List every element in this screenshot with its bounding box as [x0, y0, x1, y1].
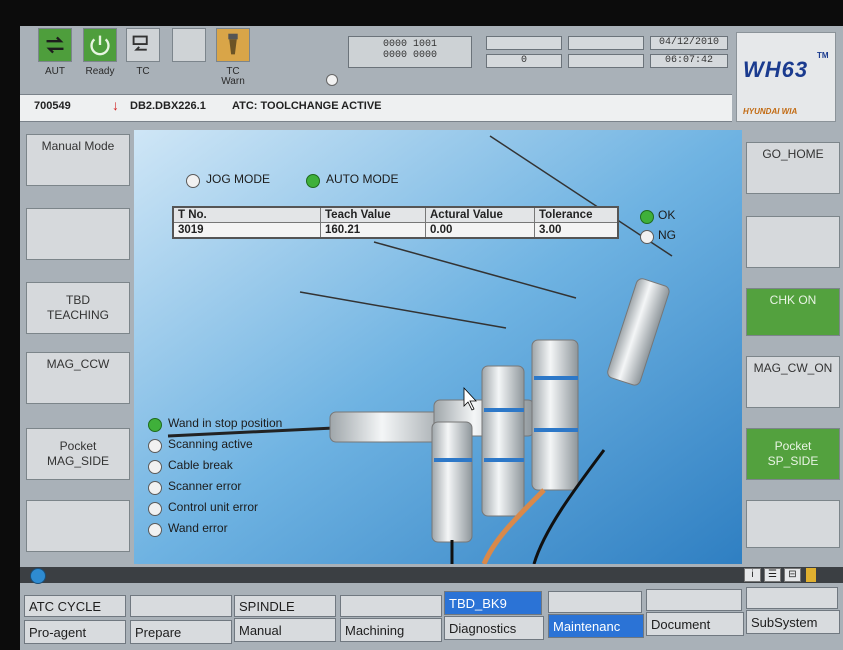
pocket-mag-side-button[interactable]: Pocket MAG_SIDE [26, 428, 130, 480]
right-button-2[interactable] [746, 216, 840, 268]
tbd-teaching-button[interactable]: TBD TEACHING [26, 282, 130, 334]
time-display: 06:07:42 [650, 54, 728, 68]
mag-ccw-button[interactable]: MAG_CCW [26, 352, 130, 404]
table-row: 3019 160.21 0.00 3.00 [172, 222, 619, 239]
counter-box-1 [486, 36, 562, 50]
jog-mode-radio[interactable] [186, 174, 200, 188]
status-dot [326, 74, 338, 86]
wand-scanner-illustration [134, 130, 742, 564]
aut-icon[interactable] [38, 28, 72, 62]
subsystem-softkey[interactable]: SubSystem [746, 610, 840, 634]
tool-warn-icon[interactable] [216, 28, 250, 62]
prepare-softkey[interactable]: Prepare [130, 620, 232, 644]
wand-error-indicator [148, 523, 162, 537]
info-icon[interactable]: i [744, 568, 761, 582]
globe-icon[interactable] [30, 568, 46, 584]
atc-cycle-softkey[interactable]: ATC CYCLE [24, 595, 126, 617]
auto-mode-radio[interactable] [306, 174, 320, 188]
diagnostics-softkey[interactable]: Diagnostics [444, 616, 544, 640]
date-display: 04/12/2010 [650, 36, 728, 50]
cable-break-indicator [148, 460, 162, 474]
spindle-softkey[interactable]: SPINDLE [234, 595, 336, 617]
alarm-line[interactable]: 700549 ↓ DB2.DBX226.1 ATC: TOOLCHANGE AC… [20, 94, 732, 122]
cell-teach-value: 160.21 [320, 222, 426, 239]
ok-indicator [640, 210, 654, 224]
manual-softkey[interactable]: Manual [234, 618, 336, 642]
softkey-top-7[interactable] [646, 589, 742, 611]
jog-mode-label: JOG MODE [206, 172, 271, 186]
go-home-button[interactable]: GO_HOME [746, 142, 840, 194]
softkey-top-8[interactable] [746, 587, 838, 609]
alarm-code: 700549 [34, 100, 71, 112]
blank-status-icon [172, 28, 206, 62]
softkey-top-2[interactable] [130, 595, 232, 617]
model-name: WH63 [743, 57, 809, 82]
counter-box-3 [568, 54, 644, 68]
left-button-6[interactable] [26, 500, 130, 552]
tool-change-icon[interactable] [126, 28, 160, 62]
mag-cw-on-button[interactable]: MAG_CW_ON [746, 356, 840, 408]
tbd-bk9-softkey[interactable]: TBD_BK9 [444, 591, 542, 615]
ng-label: NG [658, 228, 676, 242]
ng-indicator [640, 230, 654, 244]
bit-display: 0000 1001 0000 0000 [348, 36, 472, 68]
softkey-top-6[interactable] [548, 591, 642, 613]
pocket-sp-side-button[interactable]: Pocket SP_SIDE [746, 428, 840, 480]
scanning-active-indicator [148, 439, 162, 453]
trademark: TM [817, 51, 829, 60]
wand-stop-indicator [148, 418, 162, 432]
maintenance-softkey[interactable]: Maintenanc [548, 614, 644, 638]
col-t-no: T No. [172, 206, 321, 223]
bits-top: 0000 1001 [382, 39, 437, 50]
counter-box-2 [568, 36, 644, 50]
cell-t-no: 3019 [172, 222, 321, 239]
col-teach-value: Teach Value [320, 206, 426, 223]
scanning-active-label: Scanning active [168, 437, 253, 451]
bottom-status-strip [20, 567, 843, 583]
ready-label: Ready [85, 66, 115, 77]
auto-mode-label: AUTO MODE [326, 172, 399, 186]
cell-actual-value: 0.00 [425, 222, 535, 239]
control-unit-error-indicator [148, 502, 162, 516]
alarm-message: ATC: TOOLCHANGE ACTIVE [232, 100, 382, 112]
aut-label: AUT [45, 66, 65, 77]
ready-power-icon[interactable] [83, 28, 117, 62]
control-unit-error-label: Control unit error [168, 500, 259, 514]
chk-on-button[interactable]: CHK ON [746, 288, 840, 336]
hmi-screen: AUT Ready TC TC Warn 0000 1001 0000 0000… [20, 26, 843, 650]
teach-value-table: T No. Teach Value Actural Value Toleranc… [172, 206, 619, 239]
brand-name: HYUNDAI WIA [743, 107, 798, 116]
manual-mode-button[interactable]: Manual Mode [26, 134, 130, 186]
document-softkey[interactable]: Document [646, 612, 744, 636]
keyboard-icon[interactable]: ⊟ [784, 568, 801, 582]
window-icon[interactable]: ☰ [764, 568, 781, 582]
wand-stop-label: Wand in stop position [168, 416, 283, 430]
scanner-error-label: Scanner error [168, 479, 242, 493]
tc-warn-label: TC Warn [221, 66, 245, 87]
tool-breakage-panel: JOG MODE AUTO MODE T No. Teach Value Act… [134, 130, 742, 564]
col-actual-value: Actural Value [425, 206, 535, 223]
right-button-6[interactable] [746, 500, 840, 548]
pro-agent-softkey[interactable]: Pro-agent [24, 620, 126, 644]
cell-tolerance: 3.00 [534, 222, 619, 239]
counter-value: 0 [486, 54, 562, 68]
tc-label: TC [136, 66, 150, 77]
ok-label: OK [658, 208, 676, 222]
scanner-error-indicator [148, 481, 162, 495]
cable-break-label: Cable break [168, 458, 233, 472]
table-header-row: T No. Teach Value Actural Value Toleranc… [172, 206, 619, 223]
wand-error-label: Wand error [168, 521, 228, 535]
brand-logo: WH63 TM HYUNDAI WIA [736, 32, 836, 122]
alarm-address: DB2.DBX226.1 [130, 100, 206, 112]
bits-bottom: 0000 0000 [382, 50, 437, 61]
col-tolerance: Tolerance [534, 206, 619, 223]
softkey-top-4[interactable] [340, 595, 442, 617]
pencil-icon[interactable] [806, 568, 816, 582]
alarm-arrow-icon: ↓ [112, 97, 119, 113]
machining-softkey[interactable]: Machining [340, 618, 442, 642]
left-button-2[interactable] [26, 208, 130, 260]
